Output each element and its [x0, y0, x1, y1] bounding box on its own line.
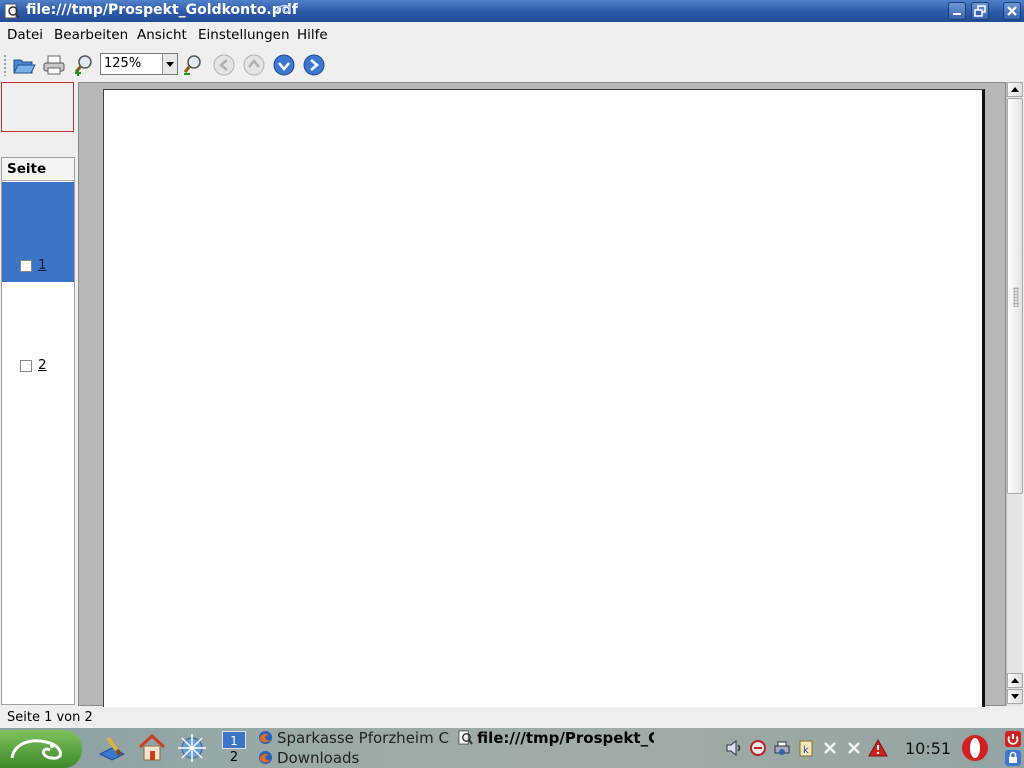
scroll-up-button[interactable] [1007, 82, 1023, 97]
zoom-dropdown-arrow-icon[interactable] [162, 54, 177, 74]
task-downloads-label: Downloads [277, 749, 360, 767]
kpdf-icon [458, 730, 473, 745]
task-kpdf[interactable]: file:///tmp/Prospekt_G [458, 729, 654, 747]
minimize-icon [953, 13, 961, 15]
firefox-icon [258, 750, 273, 765]
page-list-item-2[interactable]: 2 [2, 282, 74, 382]
print-icon[interactable] [42, 53, 66, 77]
thumbnail-preview [1, 82, 74, 132]
restore-icon [974, 5, 986, 17]
kpdf-app-icon [4, 3, 20, 19]
warning-icon[interactable] [868, 738, 888, 758]
close-icon [1007, 6, 1017, 16]
menu-einstellungen[interactable]: Einstellungen [198, 27, 290, 43]
klipper-icon[interactable]: k [796, 738, 816, 758]
konqueror-icon[interactable] [176, 732, 208, 764]
svg-text:k: k [803, 745, 809, 756]
task-downloads[interactable]: Downloads [258, 749, 452, 767]
menu-hilfe[interactable]: Hilfe [297, 27, 328, 43]
previous-page-icon[interactable] [242, 53, 266, 77]
close-button[interactable] [1003, 2, 1021, 20]
page-2-checkbox[interactable] [20, 360, 32, 372]
lock-screen-icon[interactable] [1004, 749, 1022, 767]
page-1-link[interactable]: 1 [38, 257, 47, 273]
kde-swirl-icon [276, 4, 291, 13]
window-title: file:///tmp/Prospekt_Goldkonto.pdf [26, 2, 298, 18]
logout-icon[interactable] [1004, 730, 1022, 748]
document-view[interactable] [78, 82, 1006, 709]
opera-icon[interactable] [960, 733, 990, 763]
go-forward-icon[interactable] [302, 53, 326, 77]
open-folder-icon[interactable] [12, 53, 36, 77]
tray-x-icon-1[interactable] [820, 738, 840, 758]
window-titlebar[interactable]: file:///tmp/Prospekt_Goldkonto.pdf [0, 0, 1024, 22]
maximize-button[interactable] [971, 2, 989, 20]
go-back-icon[interactable] [212, 53, 236, 77]
scrollbar-grip [1013, 287, 1019, 307]
zoom-value: 125% [104, 56, 142, 71]
desktop-1-button[interactable]: 1 [222, 731, 246, 749]
vertical-scrollbar[interactable] [1006, 82, 1023, 706]
clock[interactable]: 10:51 [905, 739, 951, 758]
task-kpdf-label: file:///tmp/Prospekt_G [477, 729, 654, 747]
desktop-icon[interactable] [96, 732, 128, 764]
status-text: Seite 1 von 2 [7, 710, 93, 725]
scroll-down-button[interactable] [1007, 689, 1023, 704]
page-2-link[interactable]: 2 [38, 357, 47, 373]
page-1-checkbox[interactable] [20, 260, 32, 272]
page-list-item-1[interactable]: 1 [2, 182, 74, 282]
toolbar-handle[interactable] [3, 54, 7, 76]
desktop-pager: 1 2 [222, 731, 246, 767]
zoom-in-icon[interactable] [72, 53, 96, 77]
zoom-out-icon[interactable] [181, 53, 205, 77]
task-sparkasse-label: Sparkasse Pforzheim C [277, 729, 449, 747]
tray-x-icon-2[interactable] [844, 738, 864, 758]
pdf-page[interactable] [103, 89, 985, 709]
scrollbar-thumb[interactable] [1007, 98, 1023, 494]
network-icon[interactable] [748, 738, 768, 758]
printer-tray-icon[interactable] [772, 738, 792, 758]
next-page-icon[interactable] [272, 53, 296, 77]
task-sparkasse[interactable]: Sparkasse Pforzheim C [258, 729, 452, 747]
menu-ansicht[interactable]: Ansicht [137, 27, 187, 43]
status-bar: Seite 1 von 2 [0, 707, 1024, 728]
volume-icon[interactable] [724, 738, 744, 758]
home-folder-icon[interactable] [136, 732, 168, 764]
page-list: Seite 1 2 [1, 157, 75, 705]
suse-chameleon-icon [10, 739, 62, 760]
menu-bar: Datei Bearbeiten Ansicht Einstellungen H… [0, 22, 1024, 47]
minimize-button[interactable] [948, 2, 966, 20]
firefox-icon [258, 730, 273, 745]
start-menu-button[interactable] [0, 730, 82, 768]
menu-datei[interactable]: Datei [7, 27, 43, 43]
page-list-header-label: Seite [7, 161, 47, 177]
zoom-combobox[interactable]: 125% [100, 53, 178, 75]
page-list-header[interactable]: Seite [2, 158, 74, 181]
scroll-up-button-bottom[interactable] [1007, 673, 1023, 688]
menu-bearbeiten[interactable]: Bearbeiten [54, 27, 128, 43]
desktop-2-button[interactable]: 2 [222, 749, 246, 767]
